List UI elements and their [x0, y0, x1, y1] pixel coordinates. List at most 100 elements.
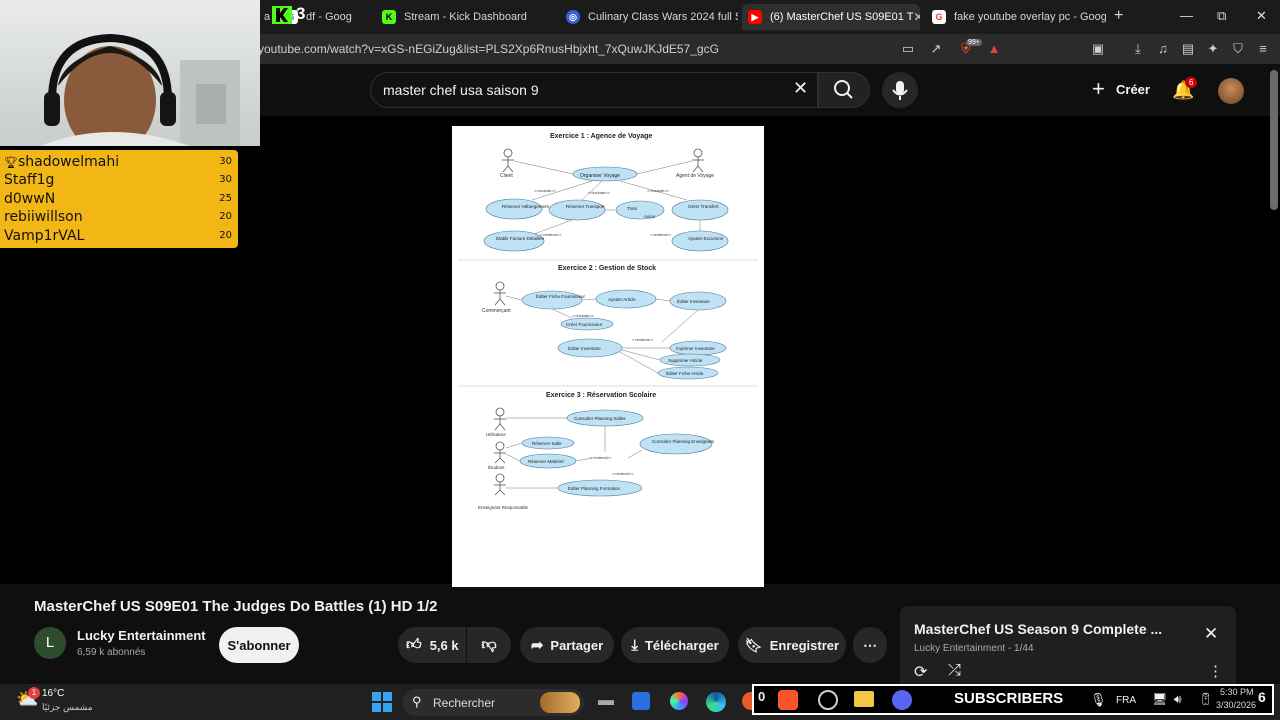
battery-icon[interactable]: 🔋︎ [1198, 692, 1213, 706]
playlist-title[interactable]: MasterChef US Season 9 Complete ... [914, 621, 1184, 637]
actor-label: Étudiant [488, 464, 505, 470]
relation-label: <<include>> [647, 188, 670, 193]
more-actions-button[interactable]: ⋯ [853, 627, 887, 663]
usecase-label: Éditer Fiche Article [666, 370, 704, 376]
search-button[interactable] [818, 72, 870, 108]
cast-icon[interactable]: ▭ [900, 41, 916, 57]
section-title: Exercice 3 : Réservation Scolaire [546, 392, 656, 399]
tab-fake-youtube-overlay[interactable]: G fake youtube overlay pc - Goog [926, 4, 1106, 30]
clock-time[interactable]: 5:30 PM [1220, 687, 1254, 697]
download-button[interactable]: ⤓ Télécharger [621, 627, 729, 663]
minimize-button[interactable]: — [1180, 8, 1193, 23]
volume-icon[interactable]: 🔊︎ [1174, 692, 1182, 707]
page-scrollbar[interactable] [1270, 70, 1278, 210]
music-icon[interactable]: ♫ [1155, 41, 1171, 57]
voice-search-button[interactable] [882, 72, 918, 108]
tab-culinary-class-wars[interactable]: ◎ Culinary Class Wars 2024 full Se [560, 4, 738, 30]
url-field[interactable]: youtube.com/watch?v=xGS-nEGiZug&list=PLS… [258, 38, 888, 60]
download-arrow-icon: ⤓ [631, 636, 638, 654]
usecase-label: Réserver Transport [566, 204, 605, 209]
download-icon[interactable]: ⤓ [1130, 41, 1146, 57]
close-tab-icon[interactable]: ✕ [913, 10, 920, 24]
playlist-more-icon[interactable]: ⋮ [1208, 662, 1223, 680]
menu-icon[interactable]: ≡ [1255, 41, 1271, 57]
close-window-button[interactable]: ✕ [1256, 8, 1267, 24]
taskbar-search[interactable]: ⚲ Rechercher [402, 689, 584, 716]
account-avatar[interactable] [1218, 78, 1244, 104]
usecase-label: Éditer Planning Formation [568, 485, 621, 491]
leaderboard-row: d0wwN 25 [4, 190, 234, 208]
usecase-label: Organiser Voyage [580, 173, 620, 179]
maximize-button[interactable]: ⧉ [1217, 8, 1226, 24]
section-title: Exercice 2 : Gestion de Stock [558, 265, 656, 272]
share-icon[interactable]: ↗ [928, 41, 944, 57]
microphone-tray-icon[interactable]: 🎙︎ [1090, 692, 1107, 708]
subscribe-button[interactable]: S'abonner [219, 627, 299, 663]
google-icon: G [932, 10, 946, 24]
sidebar-icon[interactable]: ▣ [1090, 41, 1106, 57]
brave-rewards-icon[interactable]: ▲ [986, 41, 1002, 57]
relation-label: <<extend>> [650, 232, 672, 237]
tab-label: Stream - Kick Dashboard [404, 11, 527, 23]
plus-icon: + [1092, 76, 1105, 101]
windows-start-icon[interactable] [372, 692, 392, 712]
create-button[interactable]: Créer [1116, 82, 1150, 97]
dislike-button[interactable]: 👎︎ [467, 627, 511, 663]
like-button[interactable]: 👍︎ 5,6 k [398, 627, 466, 663]
globe-icon: ◎ [566, 10, 580, 24]
shuffle-icon[interactable]: ⤮ [948, 662, 961, 680]
usecase-label: Imprimer Inventaire [676, 346, 715, 351]
tab-kick-dashboard[interactable]: K Stream - Kick Dashboard [376, 4, 556, 30]
actor-label: Enseignant Responsable [478, 505, 529, 510]
channel-avatar[interactable]: L [34, 627, 66, 659]
discord-icon[interactable] [892, 690, 912, 710]
leaderboard-row: Vamp1rVAL 20 [4, 227, 234, 245]
clear-search-icon[interactable]: ✕ [793, 78, 808, 99]
edge-icon[interactable] [706, 692, 726, 712]
video-title: MasterChef US S09E01 The Judges Do Battl… [34, 598, 438, 615]
video-frame-document: Exercice 1 : Agence de Voyage Client Age… [452, 126, 764, 587]
subscribers-label: SUBSCRIBERS [954, 690, 1064, 707]
corner-count: 6 [1258, 689, 1266, 705]
tab-masterchef-youtube[interactable]: ▶ (6) MasterChef US S09E01 T ✕ [742, 4, 920, 30]
leaderboard-overlay: 🏆︎shadowelmahi 30 Staff1g 30 d0wwN 25 re… [0, 150, 238, 248]
loop-icon[interactable]: ⟳ [914, 662, 927, 682]
new-tab-button[interactable]: + [1114, 7, 1123, 25]
wallet-icon[interactable]: ▤ [1180, 41, 1196, 57]
app-icon[interactable] [632, 692, 650, 710]
usecase-label: Éditer Inventaire [677, 298, 710, 304]
network-icon[interactable]: 🖥︎ [1152, 692, 1167, 706]
folder-icon[interactable] [854, 691, 874, 707]
section-title: Exercice 1 : Agence de Voyage [550, 133, 652, 140]
share-button[interactable]: ➦ Partager [520, 627, 614, 663]
search-input[interactable]: master chef usa saison 9 [370, 72, 818, 108]
language-indicator[interactable]: FRA [1116, 695, 1136, 706]
actor-icon [494, 407, 506, 496]
relation-label: <<include>> [534, 188, 557, 193]
usecase-label: Ajouter Article [608, 297, 636, 302]
trophy-icon: 🏆︎ [4, 156, 18, 169]
settings-icon[interactable] [818, 690, 838, 710]
ai-icon[interactable]: ✦ [1205, 41, 1221, 57]
webcam-feed [40, 33, 240, 146]
vpn-icon[interactable]: ⛉ [1230, 41, 1246, 57]
relation-label: <<include>> [588, 190, 611, 195]
channel-name[interactable]: Lucky Entertainment [77, 628, 206, 643]
usecase-label: Avion [644, 214, 656, 219]
task-view-icon[interactable]: ▬ [598, 692, 614, 710]
brave-icon[interactable] [778, 690, 798, 710]
save-button[interactable]: 🔖︎ Enregistrer [738, 627, 846, 663]
relation-label: <<extend>> [632, 337, 654, 342]
kick-logo-icon [270, 4, 296, 26]
tab-label: Culinary Class Wars 2024 full Se [588, 11, 738, 23]
subscriber-overlay-count: 0 [758, 689, 766, 704]
usecase-label: Établir Facture Détaillée [496, 235, 545, 241]
close-playlist-icon[interactable]: ✕ [1204, 624, 1218, 644]
clock-date[interactable]: 3/30/2026 [1216, 700, 1256, 710]
thumbs-down-icon: 👎︎ [481, 636, 497, 653]
leaderboard-name: 🏆︎shadowelmahi [4, 154, 120, 170]
leaderboard-name: rebiiwillson [4, 209, 83, 226]
usecase-label: Éditer Fiche Fournisseur [536, 293, 586, 299]
weather-temp: 16°C [42, 688, 65, 699]
copilot-icon[interactable] [670, 692, 688, 710]
